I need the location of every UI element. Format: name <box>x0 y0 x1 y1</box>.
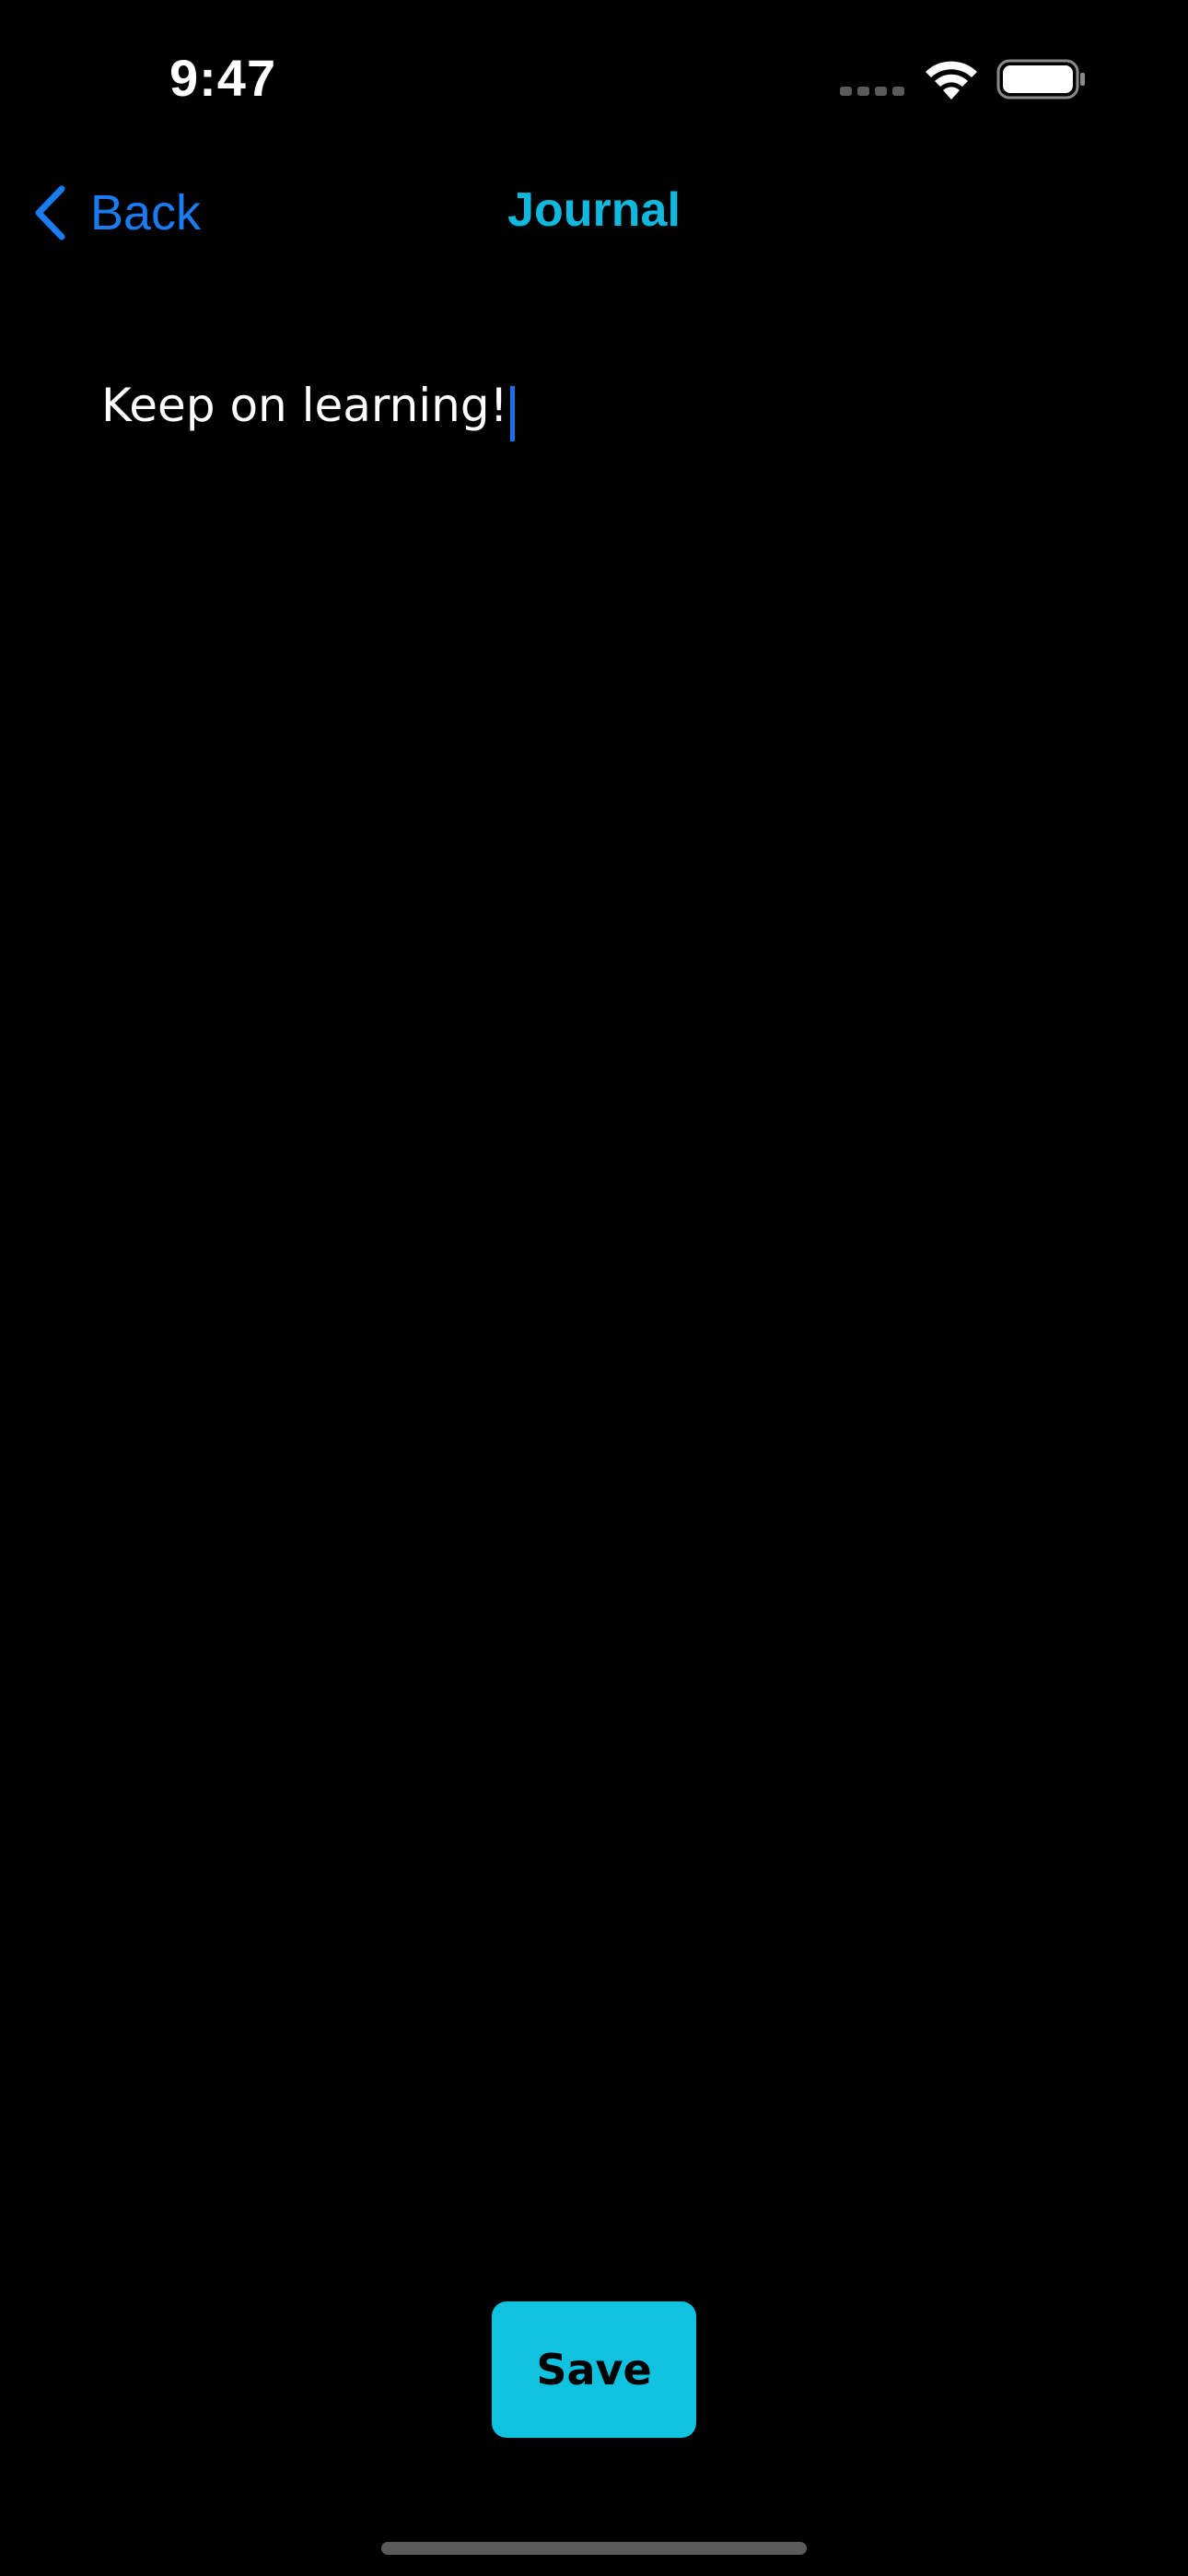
battery-icon <box>996 59 1085 100</box>
wifi-icon <box>926 61 977 100</box>
save-button[interactable]: Save <box>492 2301 696 2438</box>
home-indicator[interactable] <box>381 2542 807 2555</box>
page-title: Journal <box>507 183 681 237</box>
status-bar: 9:47 <box>0 0 1188 157</box>
signal-icon <box>840 87 904 96</box>
journal-text: Keep on learning! <box>101 379 508 432</box>
navigation-bar: Back Journal <box>0 166 1188 258</box>
status-time: 9:47 <box>169 49 277 107</box>
text-caret <box>509 385 515 441</box>
journal-text-editor[interactable]: Keep on learning! <box>101 364 1096 2207</box>
